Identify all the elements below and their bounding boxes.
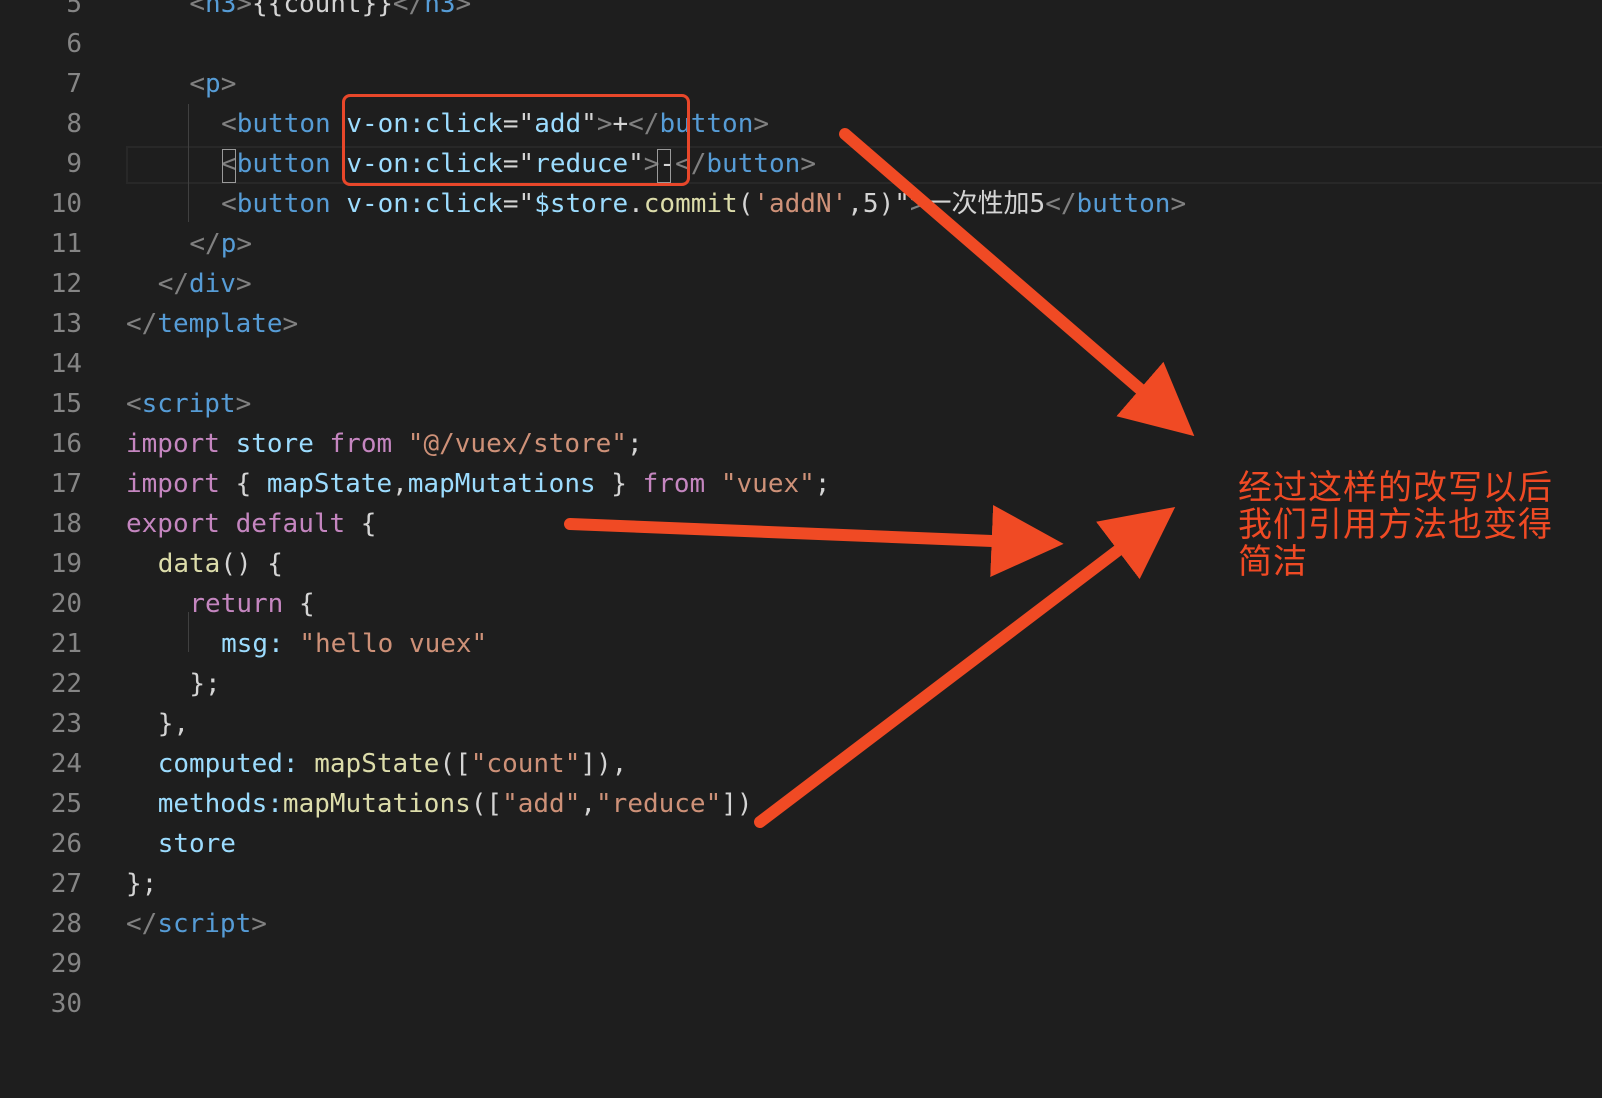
annotation-line-2: 我们引用方法也变得	[1238, 505, 1553, 545]
arrow-middle	[564, 505, 1064, 577]
annotation-line-3: 简洁	[1238, 542, 1308, 582]
arrow-bottom	[754, 506, 1176, 828]
annotation-text: 经过这样的改写以后 我们引用方法也变得 简洁	[1238, 470, 1578, 581]
arrow-top	[839, 128, 1195, 437]
annotation-line-1: 经过这样的改写以后	[1238, 468, 1553, 508]
code-editor[interactable]: 5 <h3>{{count}}</h3> 6 7 <p> 8 <button v-on:cl…	[0, 0, 1602, 1098]
